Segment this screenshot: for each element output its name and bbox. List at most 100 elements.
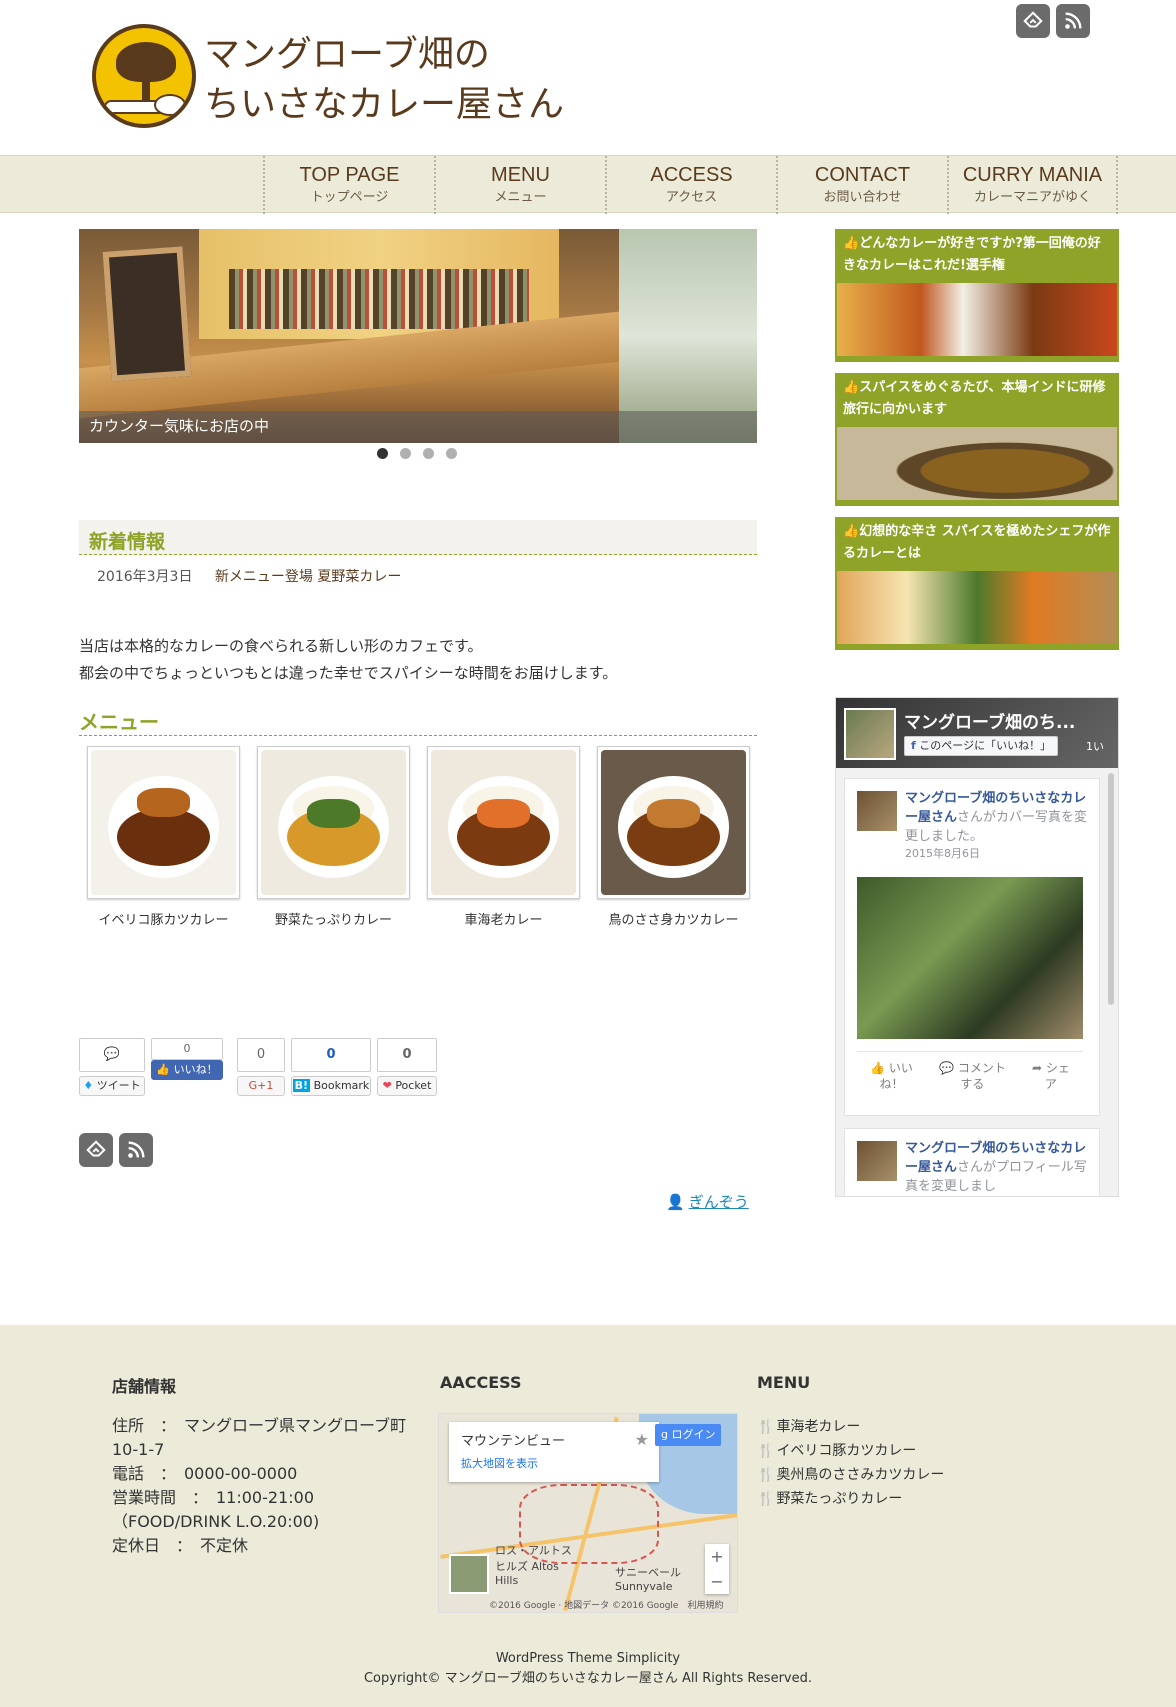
- fork-knife-icon: 🍴: [757, 1443, 775, 1459]
- footer-menu-item[interactable]: 🍴 車海老カレー: [757, 1415, 944, 1439]
- facebook-icon: f: [911, 739, 916, 752]
- author-link[interactable]: ぎんぞう: [689, 1193, 749, 1211]
- sidebar-article[interactable]: 👍スパイスをめぐるたび、本場インドに研修旅行に向かいます: [835, 373, 1119, 506]
- zoom-in-icon[interactable]: +: [705, 1544, 729, 1569]
- share-action[interactable]: ➦ シェ ア: [1032, 1060, 1070, 1092]
- gplus-share[interactable]: 0 G+1: [229, 1038, 285, 1096]
- zoom-out-icon[interactable]: −: [705, 1569, 729, 1594]
- map-login-button[interactable]: g ログイン: [655, 1424, 722, 1446]
- comment-icon: 💬: [939, 1061, 954, 1075]
- thumbs-up-icon: 👍: [843, 236, 860, 251]
- footer-menu-item[interactable]: 🍴 野菜たっぷりカレー: [757, 1487, 944, 1511]
- slider-caption: カウンター気味にお店の中: [89, 417, 270, 435]
- menu-photo[interactable]: [87, 746, 240, 899]
- rss-icon[interactable]: [1056, 4, 1090, 38]
- post-avatar[interactable]: [857, 791, 897, 831]
- fork-knife-icon: 🍴: [757, 1467, 775, 1483]
- open-larger-map-link[interactable]: 拡大地図を表示: [461, 1455, 647, 1471]
- facebook-like[interactable]: 0 👍 いいね！: [151, 1038, 223, 1096]
- slider-dot-3[interactable]: [423, 448, 434, 459]
- comment-icon: 💬: [79, 1038, 145, 1072]
- menu-photo[interactable]: [257, 746, 410, 899]
- menu-item[interactable]: イベリコ豚カツカレー: [87, 746, 240, 928]
- slider-dot-1[interactable]: [377, 448, 388, 459]
- thumbs-up-icon: 👍: [156, 1063, 171, 1076]
- facebook-post[interactable]: マングローブ畑のちいさなカレー屋さんさんがプロフィール写真を変更しまし: [844, 1128, 1100, 1196]
- menu-item[interactable]: 野菜たっぷりカレー: [257, 746, 410, 928]
- page-avatar[interactable]: [844, 708, 896, 760]
- fork-knife-icon: 🍴: [757, 1419, 775, 1435]
- site-logo[interactable]: [92, 24, 196, 128]
- google-map[interactable]: マウンテンビュー 拡大地図を表示 ★ g ログイン ロス・アルトスヒルズ Alt…: [438, 1413, 738, 1613]
- nav-curry-mania[interactable]: CURRY MANIA カレーマニアがゆく: [947, 156, 1118, 214]
- hero-slider[interactable]: カウンター気味にお店の中: [79, 229, 757, 443]
- nav-access[interactable]: ACCESS アクセス: [605, 156, 776, 214]
- copyright: Copyright© マングローブ畑のちいさなカレー屋さん All Rights…: [363, 1671, 813, 1686]
- facebook-like-page-button[interactable]: f このページに「いいね！」: [904, 736, 1059, 756]
- thumbs-up-icon: 👍: [843, 380, 860, 395]
- store-info: 住所 ： マングローブ県マングローブ町10-1-7 電話 ： 0000-00-0…: [112, 1416, 407, 1555]
- nav-top-page[interactable]: TOP PAGE トップページ: [263, 156, 434, 214]
- bottle-shelf-image: [229, 269, 529, 329]
- widget-scrollbar[interactable]: [1108, 773, 1114, 1005]
- theme-credit[interactable]: WordPress Theme Simplicity: [0, 1649, 1176, 1669]
- news-link[interactable]: 新メニュー登場 夏野菜カレー: [215, 569, 401, 585]
- menu-photo[interactable]: [597, 746, 750, 899]
- access-title: AACCESS: [440, 1373, 522, 1392]
- facebook-post[interactable]: マングローブ畑のちいさなカレー屋さんさんがカバー写真を変更しました。 2015年…: [844, 778, 1100, 1116]
- menu-item[interactable]: 鳥のささ身カツカレー: [597, 746, 750, 928]
- sidebar-article[interactable]: 👍どんなカレーが好きですか?第一回俺の好きなカレーはこれだ!選手権: [835, 229, 1119, 362]
- twitter-share[interactable]: 💬 ♦ ツイート: [79, 1038, 145, 1096]
- menu-grid: イベリコ豚カツカレー 野菜たっぷりカレー 車海老カレー 鳥のささ身カツカレー: [87, 746, 750, 928]
- sidebar-article[interactable]: 👍幻想的な辛さ スパイスを極めたシェフが作るカレーとは: [835, 517, 1119, 650]
- slider-pagination: [377, 448, 457, 459]
- footer-menu-title: MENU: [757, 1373, 811, 1392]
- nav-contact[interactable]: CONTACT お問い合わせ: [776, 156, 947, 214]
- nav-menu[interactable]: MENU メニュー: [434, 156, 605, 214]
- hatena-bookmark[interactable]: 0 B! Bookmark: [291, 1038, 371, 1096]
- footer-menu-item[interactable]: 🍴 奥州鳥のささみカツカレー: [757, 1463, 944, 1487]
- feedly-icon[interactable]: [79, 1133, 113, 1167]
- share-buttons: 💬 ♦ ツイート 0 👍 いいね！ 0 G+1 0 B! Bookmark 0 …: [79, 1038, 437, 1096]
- menu-photo[interactable]: [427, 746, 580, 899]
- user-icon: 👤: [666, 1193, 685, 1211]
- comment-action[interactable]: 💬 コメント する: [939, 1060, 1006, 1092]
- like-action[interactable]: 👍 いい ね！: [870, 1060, 913, 1092]
- article-thumbnail[interactable]: [837, 571, 1117, 644]
- share-icon: ➦: [1031, 1061, 1043, 1075]
- footer-menu-item[interactable]: 🍴 イベリコ豚カツカレー: [757, 1439, 944, 1463]
- street-view-thumbnail[interactable]: [449, 1554, 489, 1594]
- menu-item[interactable]: 車海老カレー: [427, 746, 580, 928]
- facebook-cover[interactable]: マングローブ畑のち... f このページに「いいね！」 1い: [836, 698, 1118, 768]
- site-header: マングローブ畑の ちいさなカレー屋さん: [0, 0, 1176, 155]
- article-thumbnail[interactable]: [837, 427, 1117, 500]
- fork-knife-icon: 🍴: [757, 1491, 775, 1507]
- follow-icons: [79, 1133, 153, 1167]
- menu-heading: メニュー: [79, 706, 757, 736]
- rss-icon[interactable]: [119, 1133, 153, 1167]
- slider-dot-2[interactable]: [400, 448, 411, 459]
- post-photo[interactable]: [857, 877, 1083, 1039]
- article-thumbnail[interactable]: [837, 283, 1117, 356]
- thumbs-up-icon: 👍: [870, 1061, 886, 1075]
- pocket-icon: ❤: [382, 1079, 392, 1092]
- facebook-page-name[interactable]: マングローブ畑のち...: [904, 708, 1075, 733]
- map-zoom-control[interactable]: + −: [705, 1544, 729, 1594]
- google-icon: g: [661, 1428, 668, 1441]
- post-actions: 👍 いい ね！ 💬 コメント する ➦ シェ ア: [857, 1051, 1083, 1092]
- store-info-title: 店舗情報: [112, 1377, 177, 1396]
- footer-menu-list: 🍴 車海老カレー 🍴 イベリコ豚カツカレー 🍴 奥州鳥のささみカツカレー 🍴 野菜たっぷ…: [757, 1415, 944, 1511]
- news-heading: 新着情報: [79, 520, 757, 555]
- news-item: 2016年3月3日 新メニュー登場 夏野菜カレー: [97, 566, 401, 586]
- pocket-share[interactable]: 0 ❤ Pocket: [377, 1038, 437, 1096]
- site-footer: 店舗情報 住所 ： マングローブ県マングローブ町10-1-7 電話 ： 0000…: [0, 1325, 1176, 1707]
- map-place-card: マウンテンビュー 拡大地図を表示 ★: [449, 1422, 659, 1482]
- thumbs-up-icon: 👍: [843, 524, 860, 539]
- site-title[interactable]: マングローブ畑の ちいさなカレー屋さん: [204, 30, 564, 130]
- slider-dot-4[interactable]: [446, 448, 457, 459]
- tree-icon: [116, 42, 176, 82]
- star-icon[interactable]: ★: [635, 1430, 649, 1449]
- feedly-icon[interactable]: [1016, 4, 1050, 38]
- post-avatar[interactable]: [857, 1141, 897, 1181]
- facebook-page-widget[interactable]: マングローブ畑のち... f このページに「いいね！」 1い マングローブ畑のち…: [835, 697, 1119, 1197]
